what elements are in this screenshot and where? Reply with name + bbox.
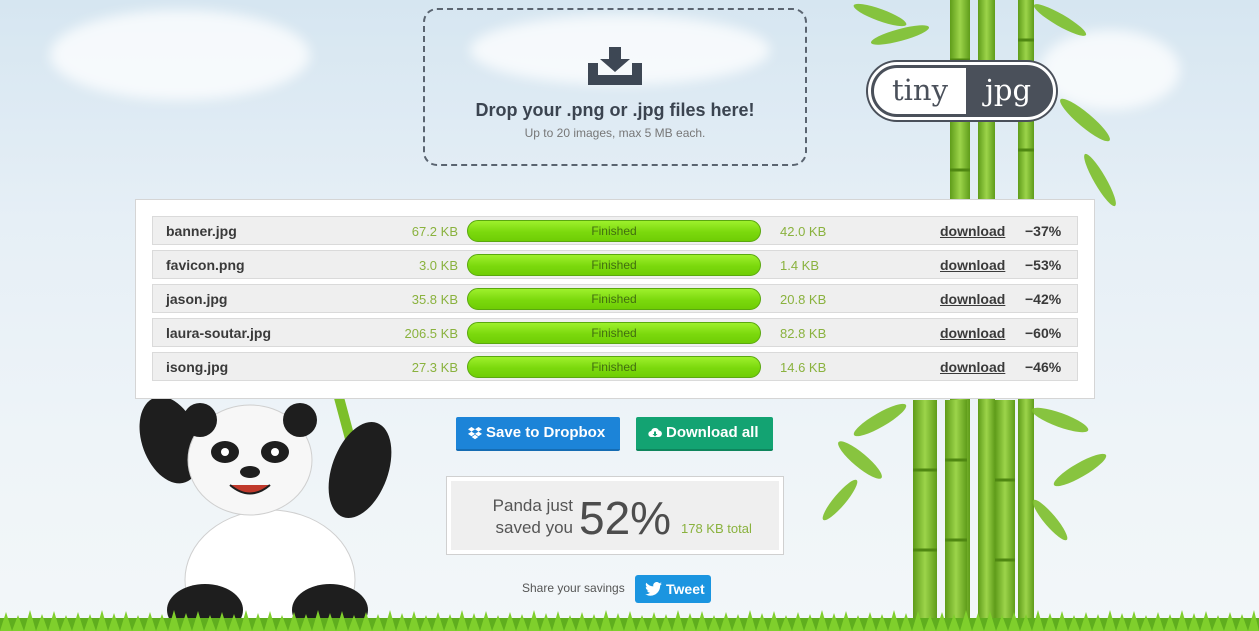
cloud-download-icon	[648, 427, 662, 438]
download-all-button[interactable]: Download all	[636, 417, 773, 451]
logo-tiny-text: tiny	[874, 68, 966, 114]
progress-status: Finished	[591, 360, 637, 374]
download-link[interactable]: download	[940, 291, 1005, 307]
progress-bar: Finished	[467, 254, 761, 276]
file-name: jason.jpg	[166, 291, 228, 307]
grass-illustration	[0, 610, 1259, 631]
savings-percent: 52%	[579, 492, 672, 544]
compressed-size: 82.8 KB	[780, 326, 827, 341]
logo-jpg-text: jpg	[984, 73, 1032, 107]
progress-status: Finished	[591, 224, 637, 238]
twitter-bird-icon	[645, 582, 662, 596]
savings-label-line1: Panda just	[492, 496, 573, 515]
savings-label-line2: saved you	[495, 518, 574, 537]
original-size: 3.0 KB	[418, 258, 458, 273]
saving-percent: −42%	[1025, 291, 1062, 307]
download-link[interactable]: download	[940, 257, 1005, 273]
savings-label: Panda just saved you	[477, 495, 573, 539]
savings-summary: Panda just saved you 52% 178 KB total	[446, 476, 784, 555]
original-size: 67.2 KB	[411, 224, 458, 239]
file-row: jason.jpg 35.8 KB Finished 20.8 KB downl…	[152, 284, 1078, 313]
compressed-size: 1.4 KB	[780, 258, 820, 273]
download-link[interactable]: download	[940, 359, 1005, 375]
progress-status: Finished	[591, 292, 637, 306]
file-name: laura-soutar.jpg	[166, 325, 272, 341]
progress-status: Finished	[591, 326, 637, 340]
saving-percent: −37%	[1025, 223, 1062, 239]
progress-bar: Finished	[467, 220, 761, 242]
savings-total: 178 KB total	[681, 521, 752, 536]
file-row: laura-soutar.jpg 206.5 KB Finished 82.8 …	[152, 318, 1078, 347]
tweet-button[interactable]: Tweet	[635, 575, 711, 603]
saving-percent: −46%	[1025, 359, 1062, 375]
share-label: Share your savings	[522, 581, 625, 595]
original-size: 206.5 KB	[404, 326, 459, 341]
savings-summary-inner: Panda just saved you 52% 178 KB total	[451, 481, 779, 550]
tweet-label: Tweet	[666, 581, 705, 597]
original-size: 27.3 KB	[411, 360, 458, 375]
progress-status: Finished	[591, 258, 637, 272]
results-panel: banner.jpg 67.2 KB Finished 42.0 KB down…	[135, 199, 1095, 399]
saving-percent: −53%	[1025, 257, 1062, 273]
file-name: favicon.png	[166, 257, 245, 273]
dropbox-icon	[468, 427, 482, 440]
file-row: banner.jpg 67.2 KB Finished 42.0 KB down…	[152, 216, 1078, 245]
progress-bar: Finished	[467, 356, 761, 378]
compressed-size: 20.8 KB	[780, 292, 827, 307]
panda-mascot-illustration	[139, 384, 392, 631]
download-link[interactable]: download	[940, 325, 1005, 341]
file-name: isong.jpg	[166, 359, 229, 375]
progress-bar: Finished	[467, 288, 761, 310]
save-to-dropbox-label: Save to Dropbox	[486, 424, 606, 441]
compressed-size: 14.6 KB	[780, 360, 827, 375]
drop-zone-title: Drop your .png or .jpg files here!	[475, 100, 755, 120]
file-name: banner.jpg	[166, 223, 237, 239]
saving-percent: −60%	[1025, 325, 1062, 341]
download-all-label: Download all	[666, 424, 759, 441]
background-cloud	[50, 10, 310, 100]
compressed-size: 42.0 KB	[780, 224, 827, 239]
drop-zone-subtitle: Up to 20 images, max 5 MB each.	[524, 126, 706, 140]
file-row: favicon.png 3.0 KB Finished 1.4 KB downl…	[152, 250, 1078, 279]
tinyjpg-logo[interactable]: tiny jpg	[868, 62, 1056, 120]
download-tray-icon	[588, 47, 642, 85]
file-drop-zone[interactable]: Drop your .png or .jpg files here! Up to…	[423, 8, 807, 166]
file-row: isong.jpg 27.3 KB Finished 14.6 KB downl…	[152, 352, 1078, 381]
original-size: 35.8 KB	[411, 292, 458, 307]
progress-bar: Finished	[467, 322, 761, 344]
save-to-dropbox-button[interactable]: Save to Dropbox	[456, 417, 620, 451]
download-link[interactable]: download	[940, 223, 1005, 239]
